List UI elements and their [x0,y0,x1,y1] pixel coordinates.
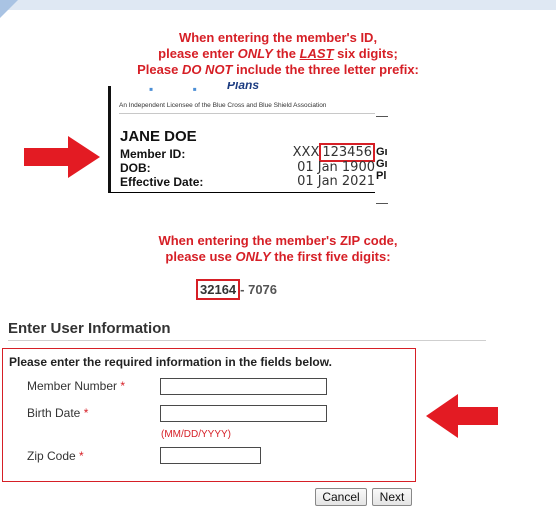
section-divider [8,340,486,341]
tab-corner [0,0,18,18]
zip-instr-line-1: When entering the member's ZIP code, [158,233,398,248]
member-number-label: Member Number * [27,379,126,393]
user-info-form: Please enter the required information in… [2,348,416,482]
card-side-text-1: Gı [376,146,388,158]
card-member-name: JANE DOE [120,128,197,145]
card-effective-label: Effective Date: [120,175,204,189]
card-dob-label: DOB: [120,161,151,175]
zip-instructions: When entering the member's ZIP code, ple… [40,233,516,265]
red-arrow-left-icon [426,394,498,438]
birth-date-input[interactable] [160,405,327,422]
card-divider [119,113,375,114]
id-instr-line-2: please enter ONLY the LAST six digits; [158,46,398,61]
card-side-text-2: Gı [376,158,388,170]
zip-code-input[interactable] [160,447,261,464]
id-instr-line-3: Please DO NOT include the three letter p… [137,62,419,77]
member-id-instructions: When entering the member's ID, please en… [40,30,516,78]
zip-instr-line-2: please use ONLY the first five digits: [165,249,391,264]
card-member-id-label: Member ID: [120,147,186,161]
zip-rest: - 7076 [240,282,278,297]
card-effective-value: 01 Jan 2021 [297,174,375,189]
top-tab-bar [0,0,556,18]
sample-insurance-card: ▪ ▪ Plans An Independent Licensee of the… [108,82,375,193]
card-member-id-value: XXX 123456 [225,143,375,162]
member-number-input[interactable] [160,378,327,395]
birth-date-format-hint: (MM/DD/YYYY) [161,429,231,440]
card-licensee-text: An Independent Licensee of the Blue Cros… [119,102,327,109]
zip-code-label: Zip Code * [27,449,84,463]
card-brand-logo: ▪ ▪ Plans [149,82,260,92]
zip-example: 32164- 7076 [196,279,278,300]
red-arrow-right-icon [24,136,100,178]
form-intro-text: Please enter the required information in… [9,355,332,369]
zip-first-five-highlight: 32164 [196,279,241,300]
next-button[interactable]: Next [372,488,412,506]
card-side-text-3: Pl [376,170,387,182]
cancel-button[interactable]: Cancel [315,488,367,506]
card-dob-value: 01 Jan 1900 [297,160,375,175]
card-side-line [376,116,388,117]
id-instr-line-1: When entering the member's ID, [178,30,378,45]
card-side-line-2 [376,203,388,204]
section-title: Enter User Information [8,320,171,337]
birth-date-label: Birth Date * [27,406,89,420]
